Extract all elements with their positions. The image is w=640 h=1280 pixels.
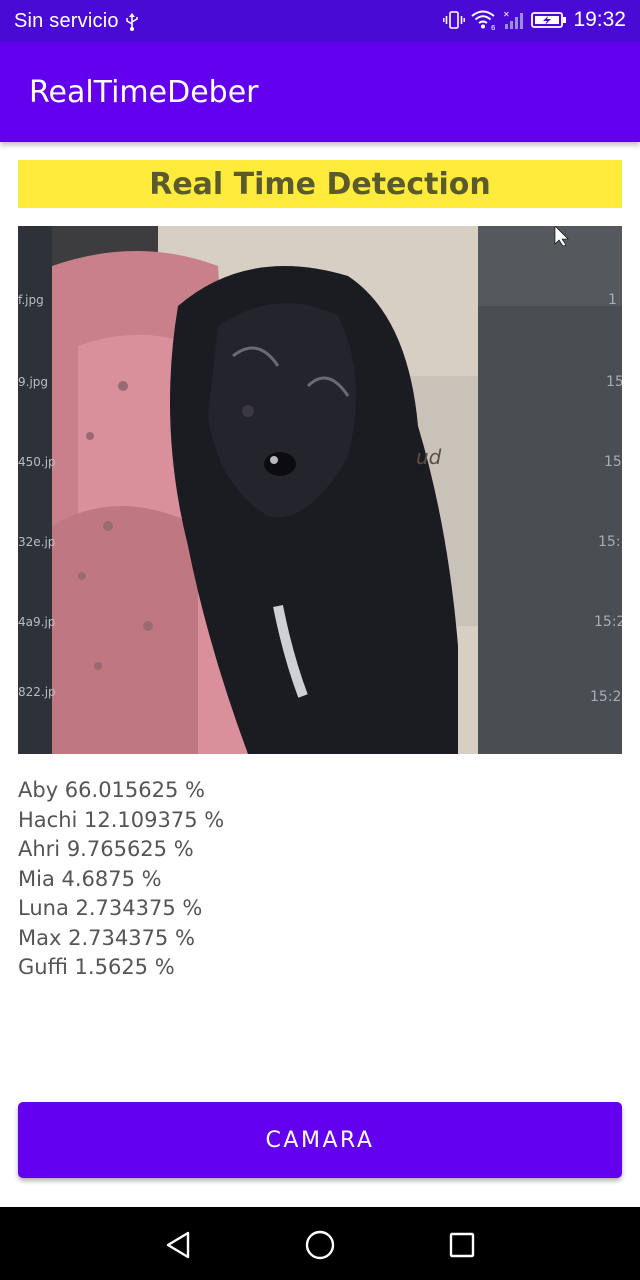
vibrate-icon: [443, 10, 466, 30]
svg-text:32e.jp: 32e.jp: [18, 535, 55, 549]
svg-text:15: 15: [606, 374, 622, 390]
result-item: Aby 66.015625 %: [18, 778, 205, 802]
result-item: Luna 2.734375 %: [18, 896, 203, 920]
svg-text:f.jpg: f.jpg: [18, 293, 44, 307]
svg-text:15:2: 15:2: [590, 689, 621, 705]
svg-text:4a9.jp: 4a9.jp: [18, 615, 55, 629]
app-title: RealTimeDeber: [29, 75, 259, 110]
detection-banner: Real Time Detection: [18, 160, 622, 208]
svg-text:1: 1: [608, 292, 617, 308]
battery-charging-icon: [531, 10, 567, 30]
home-icon[interactable]: [300, 1225, 340, 1265]
detection-results: Aby 66.015625 % Hachi 12.109375 % Ahri 9…: [18, 776, 618, 983]
status-right: 6 ✕ 19:32: [443, 8, 626, 32]
result-item: Mia 4.6875 %: [18, 866, 162, 891]
svg-text:6: 6: [491, 24, 496, 30]
result-item: Hachi 12.109375 %: [18, 807, 225, 832]
screen: Sin servicio 6 ✕ 19:32 RealTimeDeber Rea…: [0, 0, 640, 1280]
usb-icon: [125, 12, 139, 32]
result-item: Guffi 1.5625 %: [18, 955, 175, 979]
banner-title: Real Time Detection: [149, 166, 491, 202]
svg-text:✕: ✕: [503, 10, 510, 19]
result-item: Max 2.734375 %: [18, 925, 195, 950]
svg-text:ud: ud: [416, 445, 442, 469]
svg-text:15: 15: [604, 454, 622, 470]
svg-text:15:2: 15:2: [594, 614, 622, 630]
navigation-bar: [0, 1207, 640, 1280]
signal-icon: ✕: [503, 10, 525, 30]
svg-text:822.jp: 822.jp: [18, 685, 56, 699]
app-bar: RealTimeDeber: [0, 42, 640, 142]
wifi-icon: 6: [471, 10, 497, 30]
carrier-text: Sin servicio: [14, 10, 119, 32]
time-text: 19:32: [573, 8, 626, 31]
status-bar: Sin servicio 6 ✕ 19:32: [0, 0, 640, 42]
svg-text:450.jp: 450.jp: [18, 455, 56, 469]
result-item: Ahri 9.765625 %: [18, 837, 194, 861]
recents-icon[interactable]: [442, 1225, 482, 1265]
camera-preview-image: f.jpg 9.jpg 450.jp 32e.jp 4a9.jp 822.jp …: [18, 226, 622, 754]
status-left: Sin servicio: [14, 10, 139, 33]
svg-text:15:: 15:: [598, 534, 621, 550]
svg-text:9.jpg: 9.jpg: [18, 375, 48, 389]
back-icon[interactable]: [158, 1225, 198, 1265]
camara-button[interactable]: CAMARA: [18, 1102, 622, 1178]
